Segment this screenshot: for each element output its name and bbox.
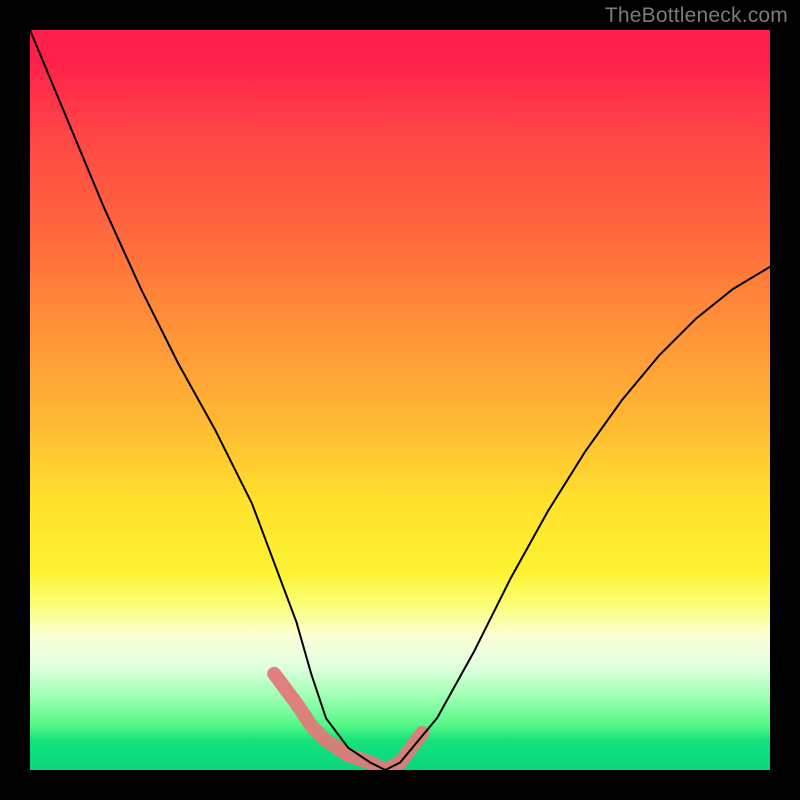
gradient-plot-area — [30, 30, 770, 770]
curve-svg — [30, 30, 770, 770]
marker-segment — [274, 674, 422, 770]
chart-frame: TheBottleneck.com — [0, 0, 800, 800]
bottleneck-curve — [30, 30, 770, 770]
watermark-text: TheBottleneck.com — [605, 4, 788, 28]
